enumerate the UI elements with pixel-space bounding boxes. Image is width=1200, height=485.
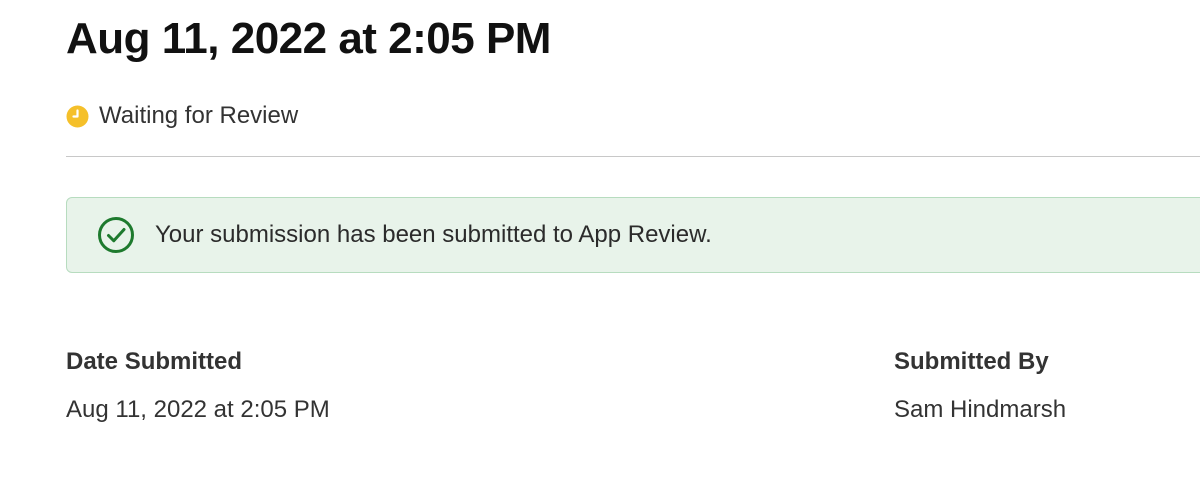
submitted-by-value: Sam Hindmarsh bbox=[894, 396, 1067, 423]
submitted-by-label: Submitted By bbox=[894, 348, 1049, 375]
date-submitted-label: Date Submitted bbox=[66, 348, 243, 375]
banner-message: Your submission has been submitted to Ap… bbox=[155, 221, 712, 248]
status-text: Waiting for Review bbox=[99, 102, 299, 129]
page-title: Aug 11, 2022 at 2:05 PM bbox=[66, 14, 551, 63]
submission-page: Aug 11, 2022 at 2:05 PM Waiting for Revi… bbox=[0, 0, 1200, 485]
status-indicator: Waiting for Review bbox=[66, 102, 298, 130]
submitted-by-field: Submitted By Sam Hindmarsh bbox=[894, 346, 1066, 426]
section-divider bbox=[66, 156, 1200, 157]
success-banner: Your submission has been submitted to Ap… bbox=[66, 197, 1200, 273]
date-submitted-value: Aug 11, 2022 at 2:05 PM bbox=[66, 396, 330, 423]
clock-icon bbox=[66, 105, 89, 128]
date-submitted-field: Date Submitted Aug 11, 2022 at 2:05 PM bbox=[66, 346, 330, 426]
check-circle-icon bbox=[97, 216, 135, 254]
